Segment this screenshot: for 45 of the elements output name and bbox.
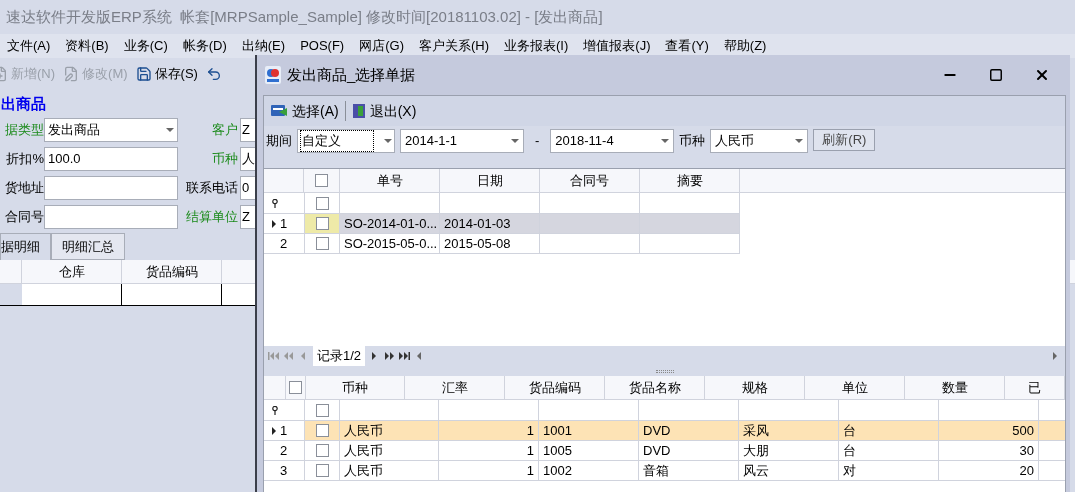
table-cell-text: 采风 — [743, 421, 769, 440]
table-cell-text: 大朋 — [743, 441, 769, 460]
table-cell-text: DVD — [643, 421, 671, 440]
table-cell-text: DVD — [643, 441, 671, 460]
field-label: 合同号 — [4, 208, 44, 227]
table-cell-text: 1 — [526, 441, 534, 460]
table-cell-text: 风云 — [743, 461, 769, 480]
table-cell-text: 对 — [843, 461, 856, 480]
table-cell-text: 1005 — [543, 441, 572, 460]
field-label: 折扣% — [5, 150, 44, 169]
table-cell-text: 500 — [1012, 421, 1034, 440]
table-cell-text: SO-2014-01-0... — [344, 214, 438, 233]
record-counter: 记录1/2 — [313, 346, 366, 366]
table-cell-text: 20 — [1019, 461, 1034, 480]
table-cell-text: 1002 — [543, 461, 572, 480]
table-cell-text: 音箱 — [643, 461, 669, 480]
field-label: 币种 — [211, 150, 238, 169]
dialog-title: 发出商品_选择单据 — [287, 64, 416, 85]
table-cell-text: 2015-05-08 — [444, 234, 511, 253]
field-label: 客户 — [211, 121, 238, 140]
table-cell-text: SO-2015-05-0... — [344, 234, 438, 253]
field-label: 币种 — [679, 132, 706, 150]
table-cell-text: 台 — [843, 421, 856, 440]
table-cell-text: 2014-01-03 — [444, 214, 511, 233]
table-cell-text: 1 — [526, 461, 534, 480]
table-cell-text: 1001 — [543, 421, 572, 440]
row-number: 1 — [280, 421, 288, 440]
table-cell-text: 人民币 — [344, 421, 383, 440]
row-number: 1 — [280, 214, 288, 233]
field-label: 联系电话 — [185, 179, 238, 198]
window-title: 速达软件开发版ERP系统 帐套[MRPSample_Sample] 修改时间[20181103.02] - [发出商品] — [5, 6, 604, 27]
field-label: 结算单位 — [185, 208, 238, 227]
table-cell-text: 人民币 — [344, 441, 383, 460]
table-cell-text: 人民币 — [344, 461, 383, 480]
table-cell-text: 台 — [843, 441, 856, 460]
field-label: 期间 — [266, 132, 292, 150]
row-number: 2 — [280, 234, 288, 253]
range-separator: - — [534, 132, 541, 150]
form-title: 出商品 — [1, 93, 46, 114]
row-number: 2 — [280, 441, 288, 460]
field-label: 据类型 — [4, 121, 44, 140]
row-number: 3 — [280, 461, 288, 480]
field-label: 货地址 — [4, 179, 44, 198]
table-cell-text: 30 — [1019, 441, 1034, 460]
table-cell-text: 1 — [526, 421, 534, 440]
